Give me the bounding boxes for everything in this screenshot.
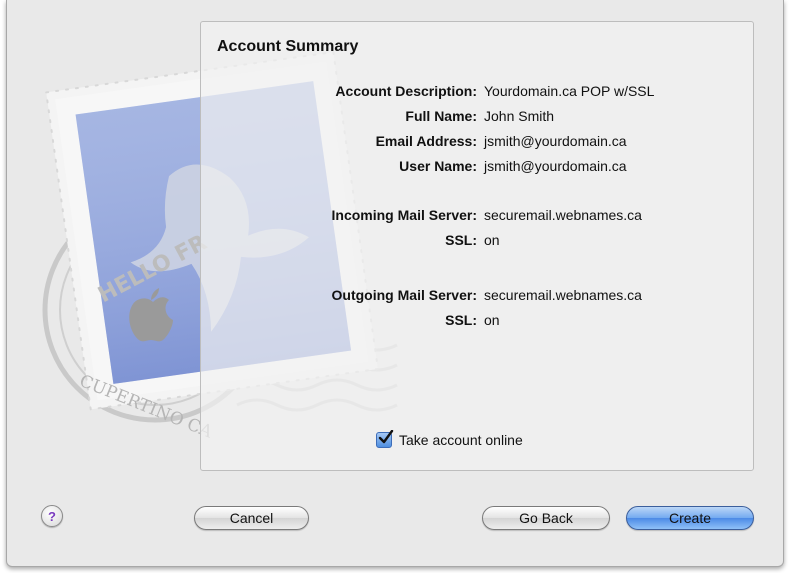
account-setup-window: HELLO FR CUPERTINO CA Account Summary Ac… bbox=[6, 0, 784, 567]
row-value: jsmith@yourdomain.ca bbox=[484, 158, 627, 174]
row-value: securemail.webnames.ca bbox=[484, 207, 642, 223]
help-button[interactable]: ? bbox=[41, 505, 63, 527]
row-account-description: Account Description: Yourdomain.ca POP w… bbox=[201, 83, 753, 103]
row-label: Email Address: bbox=[375, 133, 477, 149]
row-label: User Name: bbox=[399, 158, 477, 174]
row-value: jsmith@yourdomain.ca bbox=[484, 133, 627, 149]
row-user-name: User Name: jsmith@yourdomain.ca bbox=[201, 158, 753, 178]
row-label: Incoming Mail Server: bbox=[331, 207, 477, 223]
row-label: SSL: bbox=[445, 312, 477, 328]
account-summary-panel: Account Summary Account Description: You… bbox=[200, 21, 754, 471]
go-back-button[interactable]: Go Back bbox=[482, 506, 610, 530]
take-account-online-label[interactable]: Take account online bbox=[399, 432, 523, 448]
row-label: Full Name: bbox=[405, 108, 477, 124]
row-label: Outgoing Mail Server: bbox=[331, 287, 477, 303]
row-label: Account Description: bbox=[335, 83, 477, 99]
row-value: securemail.webnames.ca bbox=[484, 287, 642, 303]
row-full-name: Full Name: John Smith bbox=[201, 108, 753, 128]
cancel-button[interactable]: Cancel bbox=[194, 506, 309, 530]
row-outgoing-ssl: SSL: on bbox=[201, 312, 753, 332]
row-value: Yourdomain.ca POP w/SSL bbox=[484, 83, 655, 99]
take-account-online-option[interactable]: Take account online bbox=[376, 430, 523, 450]
row-value: on bbox=[484, 312, 500, 328]
checkmark-icon bbox=[378, 430, 394, 444]
take-account-online-checkbox[interactable] bbox=[376, 430, 394, 448]
row-label: SSL: bbox=[445, 232, 477, 248]
row-incoming-server: Incoming Mail Server: securemail.webname… bbox=[201, 207, 753, 227]
panel-title: Account Summary bbox=[217, 38, 359, 55]
row-email-address: Email Address: jsmith@yourdomain.ca bbox=[201, 133, 753, 153]
row-outgoing-server: Outgoing Mail Server: securemail.webname… bbox=[201, 287, 753, 307]
row-value: John Smith bbox=[484, 108, 555, 124]
row-incoming-ssl: SSL: on bbox=[201, 232, 753, 252]
create-button[interactable]: Create bbox=[626, 506, 754, 530]
row-value: on bbox=[484, 232, 500, 248]
